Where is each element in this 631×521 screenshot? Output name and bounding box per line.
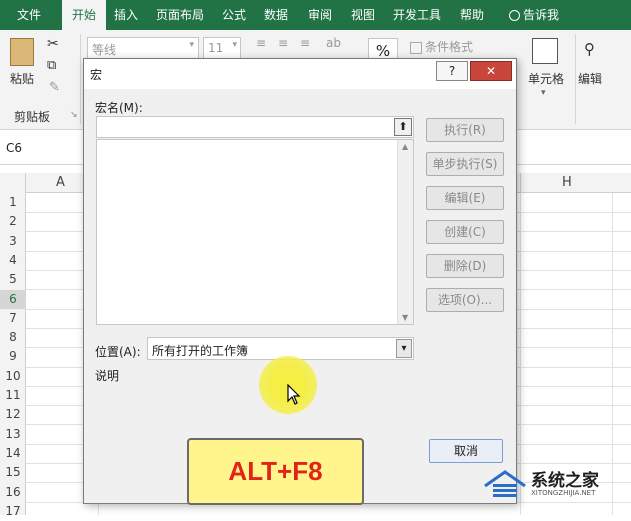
align-middle-icon[interactable]: ≡ [278,36,288,50]
editing-button[interactable]: 编辑 [578,70,602,87]
location-value: 所有打开的工作簿 [152,344,249,358]
align-top-icon[interactable]: ≡ [256,36,266,50]
close-button[interactable]: ✕ [470,61,512,81]
copy-icon[interactable]: ⧉ [47,58,56,73]
location-label: 位置(A): [95,345,141,359]
row-header[interactable]: 2 [0,212,26,231]
scroll-up-icon[interactable]: ▲ [402,142,408,151]
chevron-down-icon: ▾ [232,40,237,50]
row-header[interactable]: 7 [0,309,26,328]
clipboard-group-label: 剪贴板 [14,110,51,124]
shortcut-badge: ALT+F8 [187,438,364,505]
group-divider [80,34,81,124]
dialog-title-bar[interactable]: 宏 ? ✕ [84,59,516,89]
group-divider [575,34,576,124]
watermark-logo: 系统之家 XITONGZHIJIA.NET [483,464,631,504]
step-into-button[interactable]: 单步执行(S) [426,152,504,176]
dialog-title: 宏 [90,68,103,82]
cells-button[interactable]: 单元格 [528,70,564,87]
tab-page-layout[interactable]: 页面布局 [146,0,214,30]
tell-me-search[interactable]: 告诉我 [500,0,568,30]
row-header[interactable]: 4 [0,251,26,270]
collapse-dialog-icon[interactable]: ⬆ [394,118,412,136]
options-button[interactable]: 选项(O)... [426,288,504,312]
column-header-a[interactable]: A [56,175,65,190]
wrap-text-icon[interactable]: ab [326,36,341,50]
row-header[interactable]: 9 [0,347,26,366]
column-header-h[interactable]: H [562,175,572,190]
dialog-launcher-icon[interactable]: ↘ [70,110,78,120]
ribbon-tab-bar: 文件 开始 插入 页面布局 公式 数据 审阅 视图 开发工具 帮助 告诉我 [0,0,631,30]
watermark-url: XITONGZHIJIA.NET [531,489,596,497]
macro-list[interactable]: ▲ ▼ [96,139,414,325]
watermark-text: 系统之家 [531,471,599,491]
font-name-select[interactable]: 等线 ▾ [87,37,199,59]
row-header[interactable]: 12 [0,405,26,424]
name-box[interactable]: C6 [6,141,22,155]
row-header[interactable]: 8 [0,328,26,347]
run-button[interactable]: 执行(R) [426,118,504,142]
scrollbar[interactable]: ▲ ▼ [397,140,413,324]
font-name-value: 等线 [92,43,117,57]
font-size-select[interactable]: 11 ▾ [203,37,241,59]
help-button[interactable]: ? [436,61,468,81]
cancel-button[interactable]: 取消 [429,439,503,463]
tell-me-label: 告诉我 [522,8,559,22]
conditional-format-icon [410,41,422,54]
tab-help[interactable]: 帮助 [450,0,494,30]
row-header[interactable]: 11 [0,386,26,405]
clipboard-icon[interactable] [10,38,34,66]
chevron-down-icon: ▾ [189,40,194,50]
search-icon [508,10,520,21]
macro-name-label: 宏名(M): [95,101,143,115]
tab-home[interactable]: 开始 [62,0,106,30]
find-icon[interactable]: ⚲ [584,40,595,58]
conditional-format-button[interactable]: 条件格式 [410,38,473,55]
row-header-column: 1 2 3 4 5 6 7 8 9 10 11 12 13 14 15 16 1… [0,173,26,518]
description-label: 说明 [95,369,120,383]
macro-name-input[interactable]: ⬆ [96,116,414,138]
tab-file[interactable]: 文件 [4,0,54,30]
row-header[interactable]: 17 [0,502,26,521]
tab-view[interactable]: 视图 [342,0,384,30]
row-header[interactable]: 16 [0,483,26,502]
tab-insert[interactable]: 插入 [106,0,146,30]
row-header[interactable]: 3 [0,232,26,251]
mouse-pointer-icon [287,384,301,405]
delete-button[interactable]: 删除(D) [426,254,504,278]
row-header[interactable]: 14 [0,444,26,463]
tab-developer[interactable]: 开发工具 [384,0,450,30]
row-header[interactable]: 15 [0,463,26,482]
paste-button[interactable]: 粘贴 [10,70,34,87]
format-painter-icon[interactable]: ✎ [49,80,60,95]
chevron-down-icon[interactable]: ▾ [396,339,412,358]
scroll-down-icon[interactable]: ▼ [402,313,408,322]
row-header-selected[interactable]: 6 [0,289,26,309]
row-header[interactable]: 10 [0,367,26,386]
align-bottom-icon[interactable]: ≡ [300,36,310,50]
tab-data[interactable]: 数据 [254,0,298,30]
row-header[interactable]: 5 [0,270,26,289]
chevron-down-icon: ▾ [541,88,546,98]
tab-review[interactable]: 审阅 [298,0,342,30]
column-divider [520,173,521,193]
cells-icon[interactable] [532,38,558,64]
cut-icon[interactable]: ✂ [47,36,59,52]
edit-button[interactable]: 编辑(E) [426,186,504,210]
house-logo-icon [484,470,526,497]
font-size-value: 11 [208,41,224,55]
row-header[interactable]: 13 [0,425,26,444]
conditional-format-label: 条件格式 [425,40,474,54]
tab-formulas[interactable]: 公式 [214,0,254,30]
row-header[interactable]: 1 [0,193,26,212]
create-button[interactable]: 创建(C) [426,220,504,244]
